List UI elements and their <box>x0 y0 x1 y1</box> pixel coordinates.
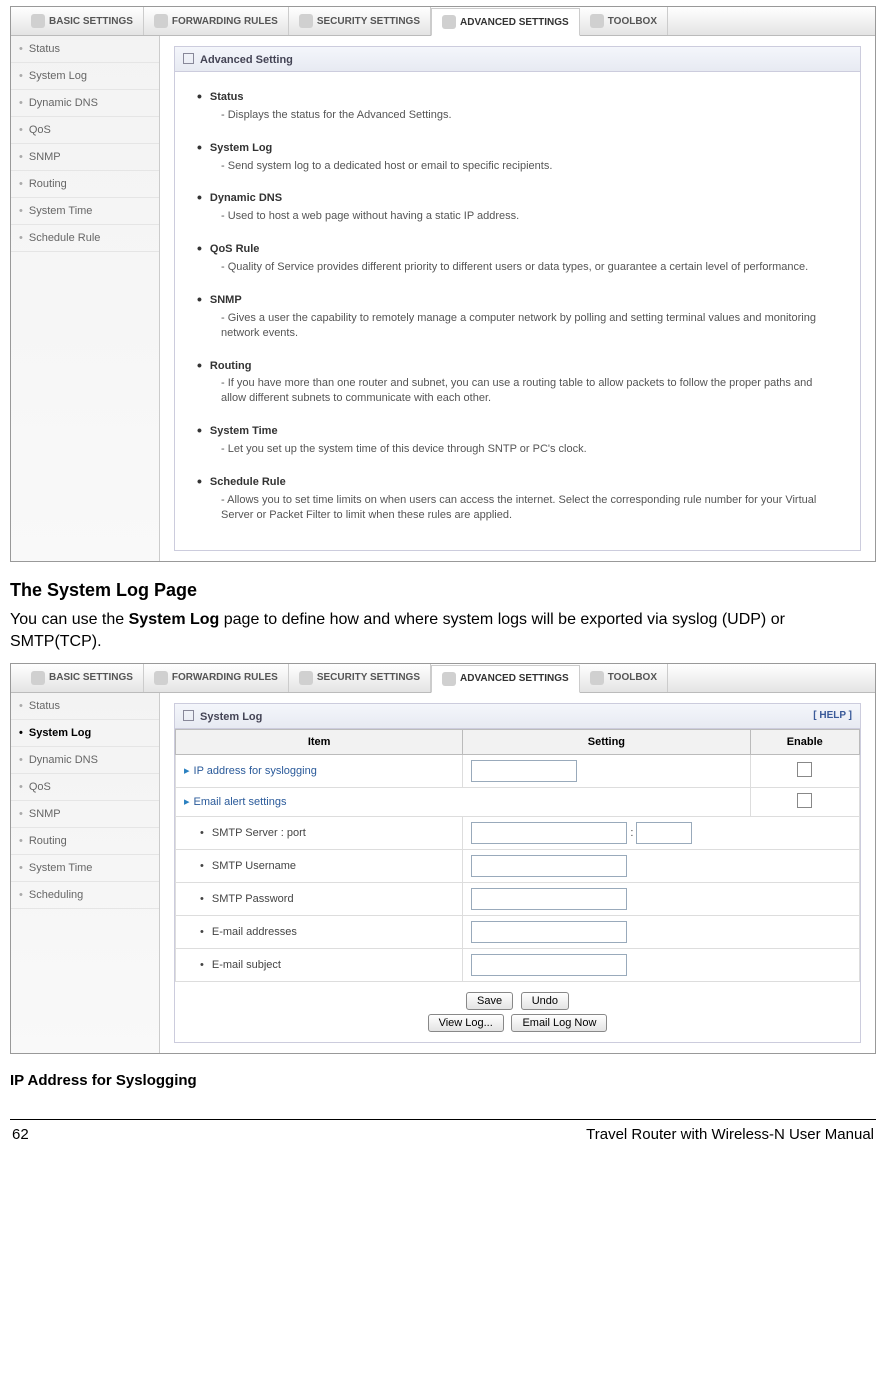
desc-system-time: Let you set up the system time of this d… <box>221 442 838 457</box>
basic-icon <box>31 671 45 685</box>
sidebar-item-routing[interactable]: Routing <box>11 171 159 198</box>
sidebar-item-snmp[interactable]: SNMP <box>11 801 159 828</box>
sidebar-item-schedule-rule[interactable]: Schedule Rule <box>11 225 159 252</box>
collapse-icon[interactable] <box>183 710 194 721</box>
sidebar-item-dynamic-dns[interactable]: Dynamic DNS <box>11 90 159 117</box>
item-snmp: SNMP <box>197 289 838 308</box>
button-row: Save Undo View Log... Email Log Now <box>175 982 860 1042</box>
tab-advanced-settings[interactable]: ADVANCED SETTINGS <box>431 8 580 36</box>
sidebar-item-qos[interactable]: QoS <box>11 117 159 144</box>
top-tabs: BASIC SETTINGS FORWARDING RULES SECURITY… <box>11 7 875 36</box>
section-paragraph: You can use the System Log page to defin… <box>10 609 876 652</box>
manual-title: Travel Router with Wireless-N User Manua… <box>586 1126 874 1143</box>
desc-qos-rule: Quality of Service provides different pr… <box>221 260 838 275</box>
smtp-port-input[interactable] <box>636 822 692 844</box>
screenshot-system-log: BASIC SETTINGS FORWARDING RULES SECURITY… <box>10 663 876 1054</box>
smtp-server-input[interactable] <box>471 822 627 844</box>
basic-icon <box>31 14 45 28</box>
item-routing: Routing <box>197 355 838 374</box>
subheading-ip-syslog: IP Address for Syslogging <box>10 1072 876 1089</box>
ip-syslog-enable-checkbox[interactable] <box>797 762 812 777</box>
document-text: The System Log Page You can use the Syst… <box>10 580 876 652</box>
toolbox-icon <box>590 671 604 685</box>
section-heading: The System Log Page <box>10 580 876 601</box>
tab-basic-settings[interactable]: BASIC SETTINGS <box>21 7 144 35</box>
row-smtp-password-label: SMTP Password <box>176 882 463 915</box>
sidebar-item-status[interactable]: Status <box>11 693 159 720</box>
tab-forwarding-rules[interactable]: FORWARDING RULES <box>144 664 289 692</box>
smtp-username-input[interactable] <box>471 855 627 877</box>
collapse-icon[interactable] <box>183 53 194 64</box>
system-log-table: Item Setting Enable ▸IP address for sysl… <box>175 729 860 982</box>
screenshot-advanced-setting: BASIC SETTINGS FORWARDING RULES SECURITY… <box>10 6 876 562</box>
help-link[interactable]: [ HELP ] <box>813 710 852 721</box>
panel-system-log: System Log [ HELP ] Item Setting Enable … <box>174 703 861 1043</box>
row-smtp-username-label: SMTP Username <box>176 849 463 882</box>
col-enable: Enable <box>750 729 859 754</box>
sidebar-item-snmp[interactable]: SNMP <box>11 144 159 171</box>
security-icon <box>299 671 313 685</box>
tab-toolbox[interactable]: TOOLBOX <box>580 664 668 692</box>
advanced-icon <box>442 672 456 686</box>
tab-advanced-settings[interactable]: ADVANCED SETTINGS <box>431 665 580 693</box>
email-addresses-input[interactable] <box>471 921 627 943</box>
sidebar-item-system-log[interactable]: System Log <box>11 63 159 90</box>
undo-button[interactable]: Undo <box>521 992 569 1010</box>
sidebar-item-routing[interactable]: Routing <box>11 828 159 855</box>
email-subject-input[interactable] <box>471 954 627 976</box>
page-footer: 62 Travel Router with Wireless-N User Ma… <box>10 1119 876 1143</box>
row-email-addresses-label: E-mail addresses <box>176 915 463 948</box>
row-ip-syslog-label: ▸IP address for syslogging <box>176 754 463 787</box>
row-ip-syslog-setting <box>463 754 750 787</box>
save-button[interactable]: Save <box>466 992 513 1010</box>
forwarding-icon <box>154 671 168 685</box>
email-log-now-button[interactable]: Email Log Now <box>511 1014 607 1032</box>
item-system-time: System Time <box>197 420 838 439</box>
item-dynamic-dns: Dynamic DNS <box>197 187 838 206</box>
item-qos-rule: QoS Rule <box>197 238 838 257</box>
item-schedule-rule: Schedule Rule <box>197 471 838 490</box>
advanced-icon <box>442 15 456 29</box>
toolbox-icon <box>590 14 604 28</box>
item-status: Status <box>197 86 838 105</box>
row-smtp-server-label: SMTP Server : port <box>176 816 463 849</box>
smtp-password-input[interactable] <box>471 888 627 910</box>
sidebar-item-qos[interactable]: QoS <box>11 774 159 801</box>
panel-header: Advanced Setting <box>175 47 860 72</box>
email-alert-enable-checkbox[interactable] <box>797 793 812 808</box>
page-number: 62 <box>12 1126 29 1143</box>
desc-snmp: Gives a user the capability to remotely … <box>221 311 838 341</box>
col-setting: Setting <box>463 729 750 754</box>
sidebar-2: Status System Log Dynamic DNS QoS SNMP R… <box>11 693 160 1053</box>
security-icon <box>299 14 313 28</box>
sidebar-item-system-log[interactable]: System Log <box>11 720 159 747</box>
desc-system-log: Send system log to a dedicated host or e… <box>221 159 838 174</box>
desc-schedule-rule: Allows you to set time limits on when us… <box>221 493 838 523</box>
top-tabs-2: BASIC SETTINGS FORWARDING RULES SECURITY… <box>11 664 875 693</box>
sidebar-item-system-time[interactable]: System Time <box>11 855 159 882</box>
desc-status: Displays the status for the Advanced Set… <box>221 108 838 123</box>
tab-basic-settings[interactable]: BASIC SETTINGS <box>21 664 144 692</box>
tab-security-settings[interactable]: SECURITY SETTINGS <box>289 7 431 35</box>
sidebar-item-system-time[interactable]: System Time <box>11 198 159 225</box>
row-email-alert-label: ▸Email alert settings <box>176 787 751 816</box>
col-item: Item <box>176 729 463 754</box>
sidebar-item-status[interactable]: Status <box>11 36 159 63</box>
panel-advanced-setting: Advanced Setting Status Displays the stat… <box>174 46 861 551</box>
sidebar-item-dynamic-dns[interactable]: Dynamic DNS <box>11 747 159 774</box>
tab-toolbox[interactable]: TOOLBOX <box>580 7 668 35</box>
ip-syslog-input[interactable] <box>471 760 577 782</box>
sidebar-item-scheduling[interactable]: Scheduling <box>11 882 159 909</box>
item-system-log: System Log <box>197 137 838 156</box>
forwarding-icon <box>154 14 168 28</box>
row-email-subject-label: E-mail subject <box>176 948 463 981</box>
desc-routing: If you have more than one router and sub… <box>221 376 838 406</box>
tab-security-settings[interactable]: SECURITY SETTINGS <box>289 664 431 692</box>
tab-forwarding-rules[interactable]: FORWARDING RULES <box>144 7 289 35</box>
panel-header-2: System Log [ HELP ] <box>175 704 860 729</box>
sidebar: Status System Log Dynamic DNS QoS SNMP R… <box>11 36 160 561</box>
desc-dynamic-dns: Used to host a web page without having a… <box>221 209 838 224</box>
view-log-button[interactable]: View Log... <box>428 1014 504 1032</box>
